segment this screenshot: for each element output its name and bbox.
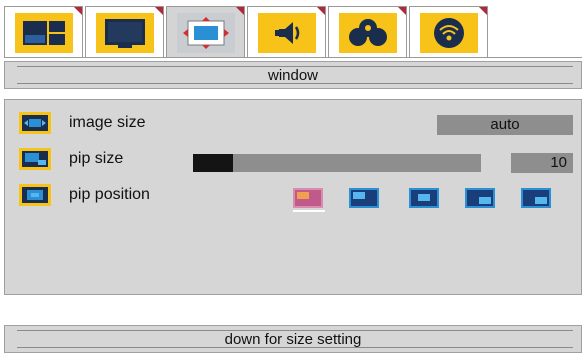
image-size-row[interactable]: image size (19, 112, 145, 134)
tab-audio[interactable] (247, 6, 326, 58)
pip-position-label: pip position (69, 186, 150, 203)
tab-marker (479, 7, 487, 15)
tab-monitor[interactable] (85, 6, 164, 58)
pip-position-option-bottom-right-2[interactable] (521, 188, 551, 208)
selected-option-underline (293, 210, 325, 212)
monitor-icon (95, 12, 154, 53)
image-size-label: image size (69, 114, 146, 131)
tab-marker (74, 7, 82, 15)
pip-position-row[interactable]: pip position (19, 184, 150, 206)
page-title: window (267, 67, 319, 84)
speaker-icon (257, 12, 316, 53)
pip-position-option-center[interactable] (409, 188, 439, 208)
tab-marker (236, 7, 244, 15)
pip-position-option-bottom-right[interactable] (465, 188, 495, 208)
image-size-icon (19, 112, 51, 134)
tab-window[interactable] (166, 6, 245, 58)
pip-size-row[interactable]: pip size (19, 148, 123, 170)
tab-marker (155, 7, 163, 15)
hint-text: down for size setting (224, 331, 362, 348)
menu-title-bar: window (4, 61, 582, 89)
options-icon (338, 12, 397, 53)
settings-panel: image size auto pip size 10 pip position (4, 99, 582, 295)
pip-position-option-top-left-2[interactable] (349, 188, 379, 208)
picture-icon (14, 12, 73, 53)
pip-size-slider[interactable] (193, 154, 481, 172)
pip-size-label: pip size (69, 150, 124, 167)
menu-tab-bar (4, 6, 491, 58)
pip-size-icon (19, 148, 51, 170)
image-size-value[interactable]: auto (437, 115, 573, 135)
pip-position-option-top-left[interactable] (293, 188, 323, 208)
pip-position-icon (19, 184, 51, 206)
window-icon (176, 12, 235, 53)
divider (17, 83, 573, 84)
tab-marker (317, 7, 325, 15)
divider (17, 347, 573, 348)
signal-icon (419, 12, 478, 53)
pip-size-slider-fill (193, 154, 234, 172)
tab-marker (398, 7, 406, 15)
tab-signal[interactable] (409, 6, 488, 58)
tab-picture[interactable] (4, 6, 83, 58)
tab-bar-divider (4, 57, 582, 58)
pip-size-value: 10 (511, 153, 573, 173)
hint-bar: down for size setting (4, 325, 582, 353)
tab-options[interactable] (328, 6, 407, 58)
